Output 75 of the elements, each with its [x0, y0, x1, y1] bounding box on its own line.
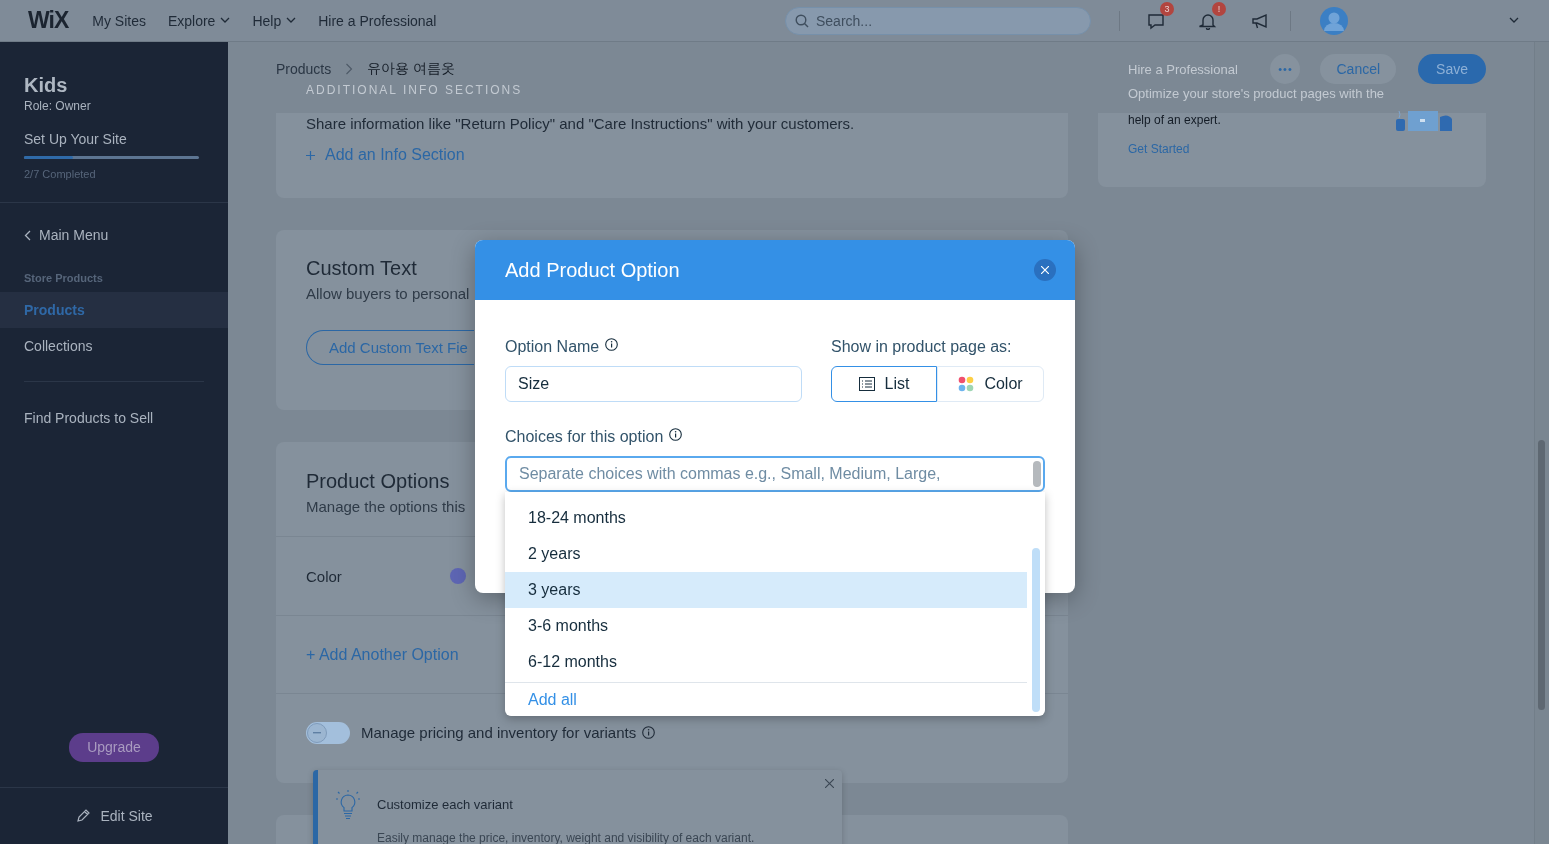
suggestion-item[interactable]: 2 years: [505, 536, 1027, 572]
upgrade-button[interactable]: Upgrade: [69, 733, 159, 762]
nav-link[interactable]: My Sites: [92, 12, 146, 29]
card-title: Custom Text: [306, 257, 417, 280]
section-heading: Store Products: [23, 272, 104, 284]
choices-field[interactable]: Separate choices with commas e.g., Small, Medium, Large,: [505, 456, 1045, 492]
field-label: Option Name: [505, 338, 600, 356]
suggestion-item[interactable]: 18-24 months: [505, 500, 1027, 536]
tip-text: Easily manage the price, inventory, weight and visibility of each variant.: [377, 831, 755, 844]
suggestion-item[interactable]: 6-12 months: [505, 644, 1027, 680]
info-icon: [605, 338, 619, 351]
variants-toggle[interactable]: [306, 721, 350, 744]
breadcrumb-current: 유아용 여름옷: [367, 60, 456, 78]
chevron-left-icon: [24, 229, 31, 241]
info-text: Share information like "Return Policy" and "Care Instructions" with your customers.: [306, 114, 856, 134]
bell-icon[interactable]: [1199, 11, 1217, 30]
chevron-down-icon[interactable]: [220, 17, 231, 24]
edit-site-link[interactable]: Edit Site: [0, 788, 228, 844]
notification-badge: 3: [1160, 1, 1174, 16]
toggle-label: Manage pricing and inventory for variants: [361, 724, 637, 741]
notification-badge: !: [1212, 1, 1226, 16]
card-title: Hire a Professional: [1128, 61, 1238, 77]
sidebar-item[interactable]: Collections: [0, 328, 228, 364]
plus-icon: [306, 150, 315, 160]
suggestion-item[interactable]: 3 years: [505, 572, 1027, 608]
info-icon: [642, 726, 656, 739]
save-button[interactable]: Save: [1418, 54, 1486, 84]
sidebar-item[interactable]: Find Products to Sell: [0, 400, 228, 436]
chevron-down-icon[interactable]: [286, 17, 297, 24]
sidebar-item[interactable]: Products: [0, 292, 228, 328]
wix-logo[interactable]: WiX: [28, 7, 69, 34]
field-label: Show in product page as:: [831, 338, 1012, 356]
search-field[interactable]: Search...: [785, 6, 1091, 35]
back-link[interactable]: Main Menu: [0, 227, 228, 243]
card-description: Allow buyers to personal: [306, 285, 470, 302]
edit-label[interactable]: Edit Site: [100, 808, 153, 824]
scrollbar-thumb[interactable]: [1538, 440, 1545, 710]
color-dots-icon: [958, 376, 975, 392]
nav-link[interactable]: Help: [252, 12, 297, 29]
dialog-title: Add Product Option: [505, 258, 680, 282]
search-icon: [795, 13, 809, 28]
scrollbar-thumb[interactable]: [1033, 461, 1041, 487]
nav-link[interactable]: Hire a Professional: [318, 12, 437, 29]
role-label: Role: Owner: [23, 99, 92, 113]
card-text: Optimize your store's product pages with the: [1128, 86, 1386, 101]
close-button[interactable]: [1034, 259, 1056, 281]
display-option[interactable]: Color: [937, 366, 1044, 402]
card-title: Product Options: [306, 470, 450, 493]
info-icon: [669, 428, 683, 441]
card-description: Manage the options this: [306, 498, 466, 515]
chevron-down-icon[interactable]: [1509, 17, 1519, 24]
close-icon: [1041, 266, 1049, 274]
breadcrumb-link[interactable]: Products: [276, 61, 332, 77]
tip-title: Customize each variant: [377, 797, 514, 812]
add-all-link[interactable]: Add all: [505, 683, 577, 717]
close-icon[interactable]: [825, 779, 834, 788]
section-label: ADDITIONAL INFO SECTIONS: [306, 83, 524, 97]
card-text: help of an expert.: [1128, 113, 1222, 127]
option-name: Color: [306, 567, 342, 585]
chat-icon[interactable]: [1147, 11, 1165, 30]
minus-icon: [313, 731, 321, 734]
progress-text: 2/7 Completed: [23, 168, 97, 180]
back-label[interactable]: Main Menu: [39, 227, 109, 243]
nav-link[interactable]: Explore: [167, 12, 231, 29]
chevron-right-icon: [345, 63, 354, 75]
setup-title[interactable]: Set Up Your Site: [0, 131, 228, 147]
suggestion-item[interactable]: 3-6 months: [505, 608, 1027, 644]
pencil-icon: [75, 808, 92, 824]
field-label: Choices for this option: [505, 428, 664, 446]
list-icon: [858, 377, 875, 391]
site-name: Kids: [23, 74, 69, 97]
option-name-field[interactable]: Size: [505, 366, 802, 402]
scrollbar-thumb[interactable]: [1032, 548, 1040, 712]
display-option[interactable]: List: [831, 366, 937, 402]
megaphone-icon[interactable]: [1251, 11, 1269, 30]
